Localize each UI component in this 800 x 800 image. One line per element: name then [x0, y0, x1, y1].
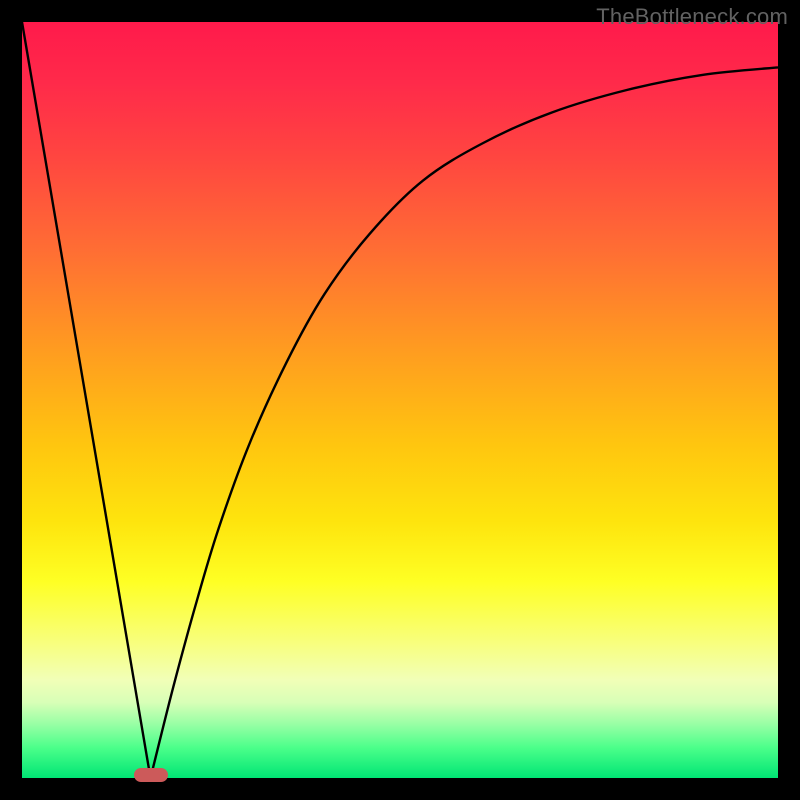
bottleneck-curve — [22, 22, 778, 778]
watermark-text: TheBottleneck.com — [596, 4, 788, 30]
plot-area — [22, 22, 778, 778]
optimal-marker — [134, 768, 168, 782]
curve-right — [151, 67, 779, 778]
chart-frame: TheBottleneck.com — [0, 0, 800, 800]
curve-left — [22, 22, 151, 778]
